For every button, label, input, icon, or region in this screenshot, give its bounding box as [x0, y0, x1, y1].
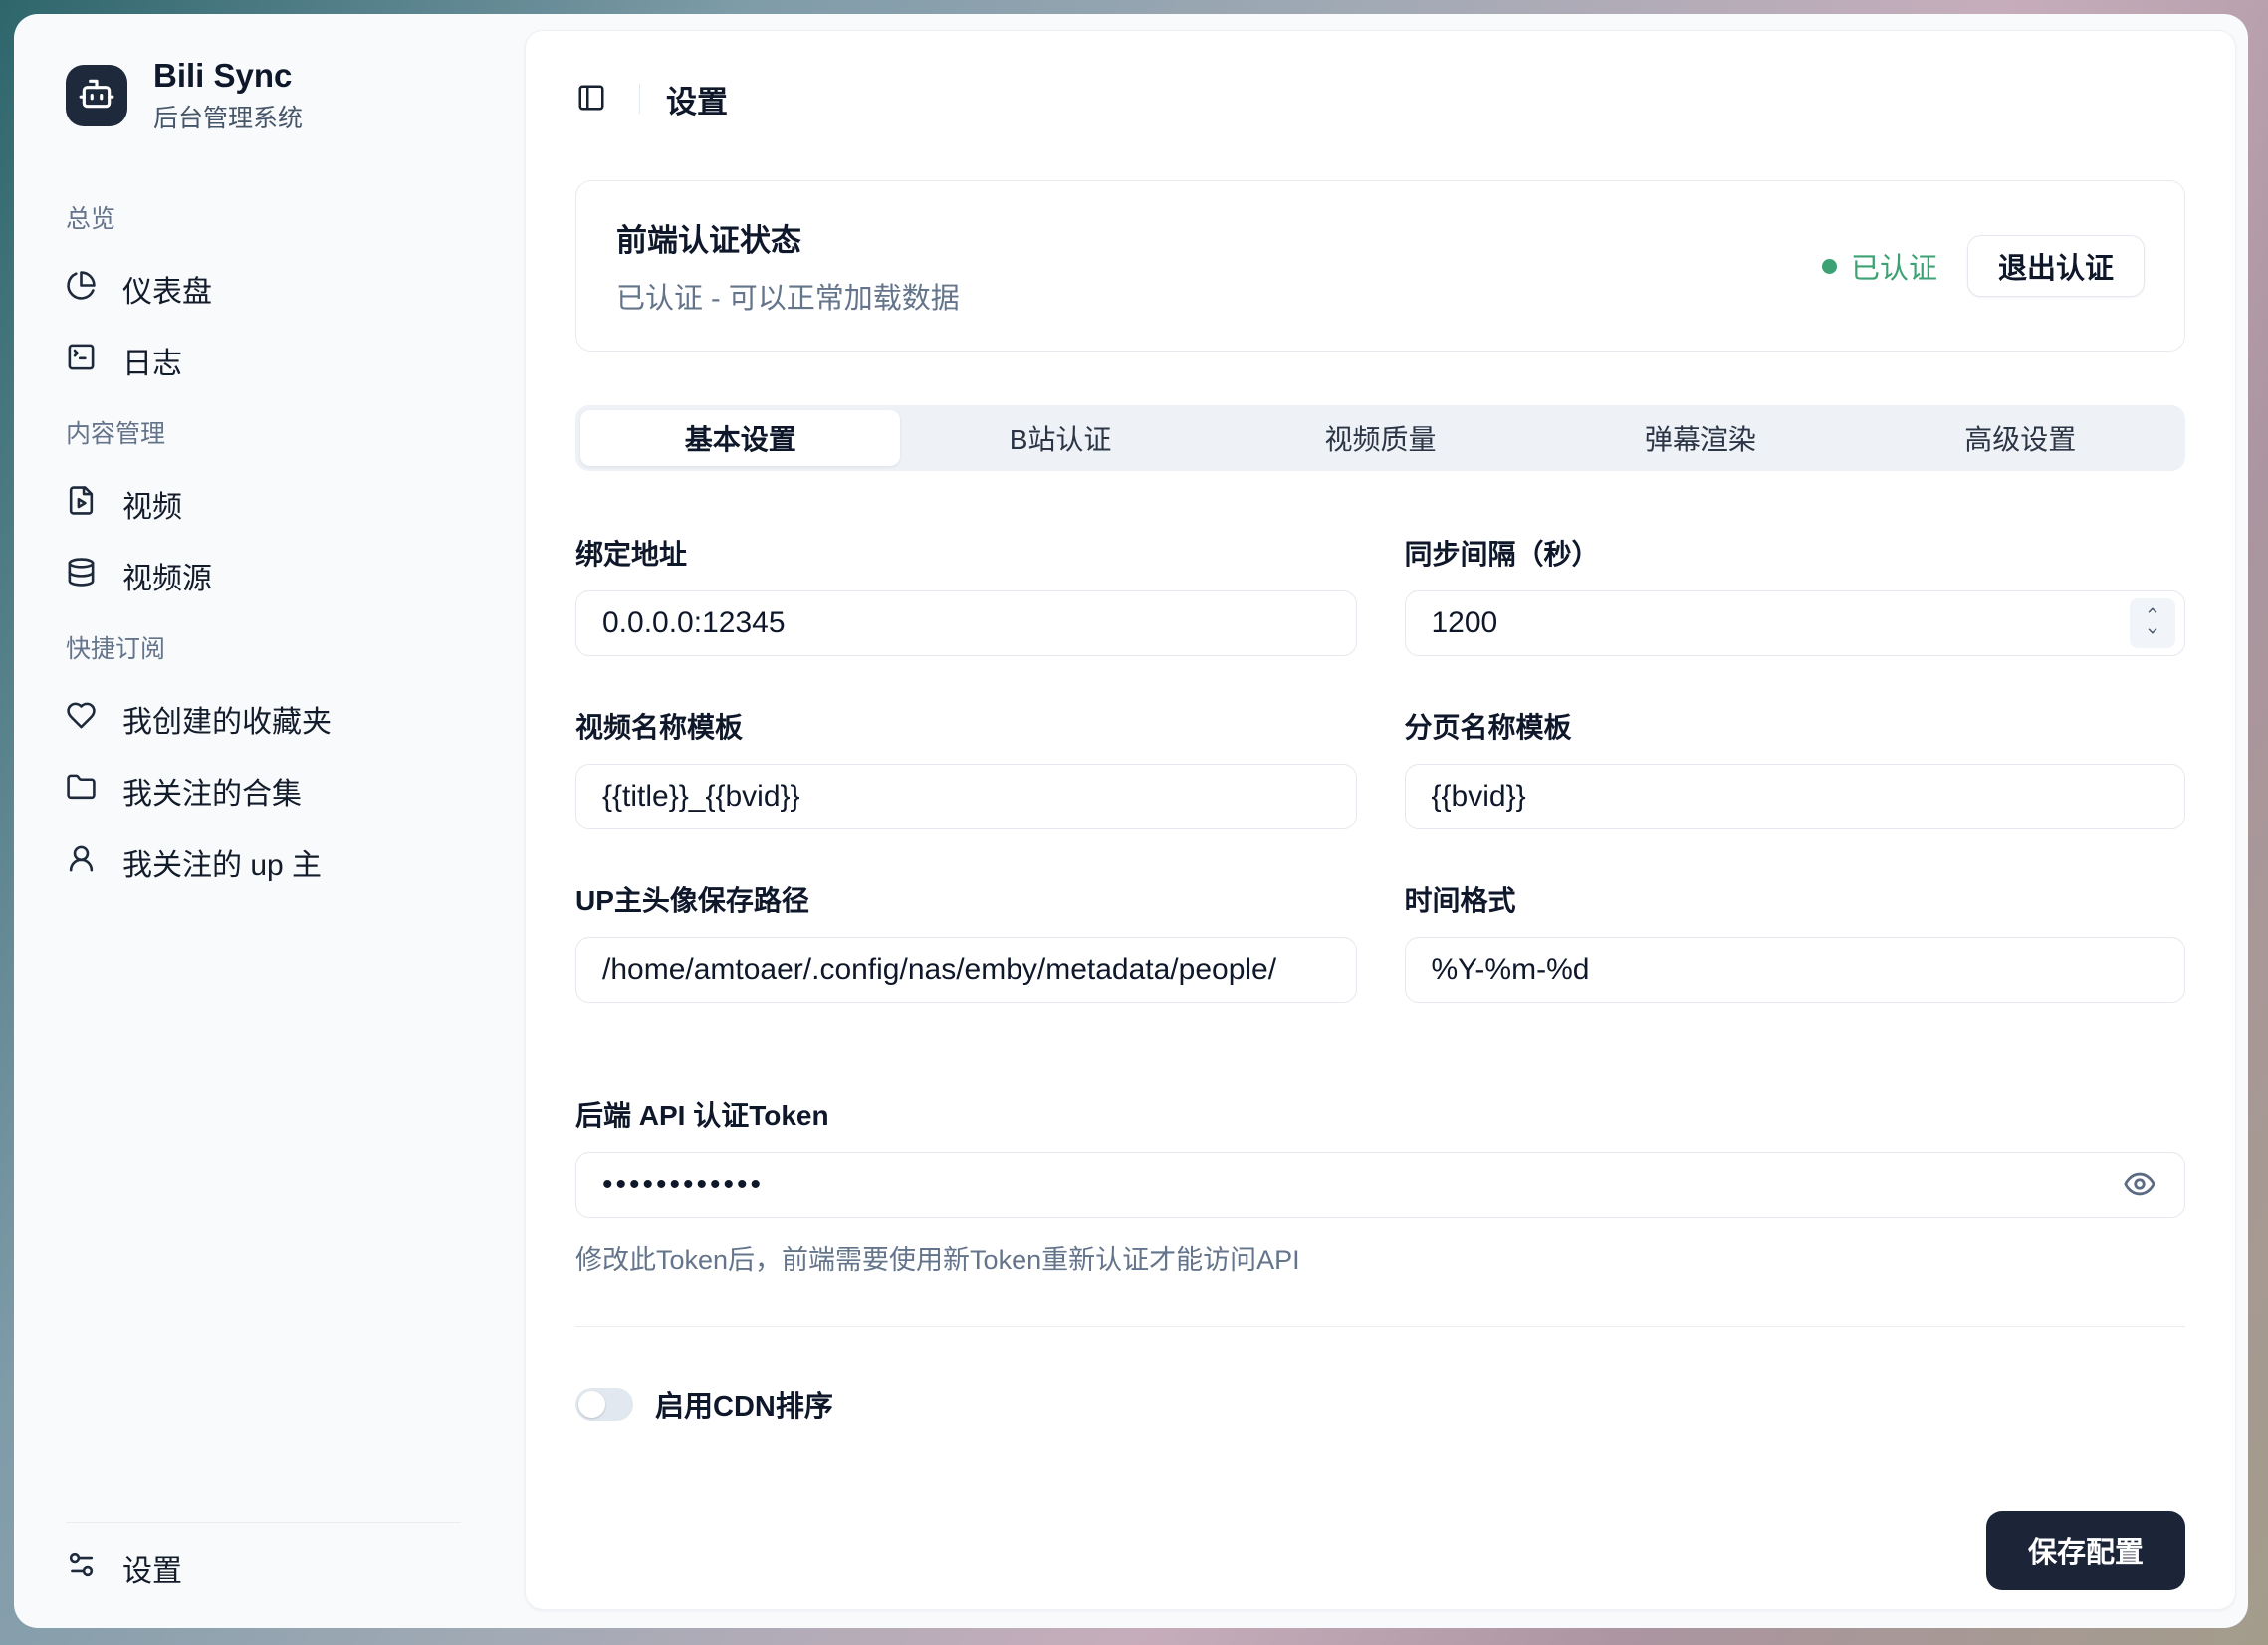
avatar-path-input[interactable]	[575, 937, 1357, 1003]
time-format-input[interactable]	[1405, 937, 2186, 1003]
sidebar-item-logs[interactable]: 日志	[66, 325, 461, 396]
sync-interval-input[interactable]	[1405, 590, 2186, 656]
heart-icon	[66, 700, 97, 739]
sidebar-item-followed-collections[interactable]: 我关注的合集	[66, 755, 461, 826]
folder-icon	[66, 772, 97, 811]
auth-status-badge: 已认证	[1822, 245, 1937, 287]
field-page-name-template: 分页名称模板	[1405, 706, 2186, 829]
section-label-overview: 总览	[66, 181, 461, 253]
field-avatar-path: UP主头像保存路径	[575, 879, 1357, 1003]
auth-card-subtitle: 已认证 - 可以正常加载数据	[616, 275, 960, 317]
sidebar: Bili Sync 后台管理系统 总览 仪表盘 日志 内容管理 视频 视频源	[14, 14, 495, 1628]
section-label-subscriptions: 快捷订阅	[66, 611, 461, 683]
sidebar-item-dashboard[interactable]: 仪表盘	[66, 253, 461, 325]
chevron-down-icon[interactable]	[2143, 624, 2162, 643]
sidebar-item-label: 设置	[122, 1546, 182, 1590]
bind-address-input[interactable]	[575, 590, 1357, 656]
auth-badge-label: 已认证	[1851, 245, 1937, 287]
save-config-button[interactable]: 保存配置	[1986, 1511, 2185, 1590]
app-subtitle: 后台管理系统	[153, 99, 303, 134]
tab-danmaku-render[interactable]: 弹幕渲染	[1540, 410, 1860, 466]
sidebar-item-label: 我关注的 up 主	[122, 840, 322, 884]
sidebar-item-label: 日志	[122, 339, 182, 382]
app-window: Bili Sync 后台管理系统 总览 仪表盘 日志 内容管理 视频 视频源	[14, 14, 2248, 1628]
sidebar-item-followed-uploaders[interactable]: 我关注的 up 主	[66, 826, 461, 898]
sidebar-item-settings[interactable]: 设置	[66, 1532, 461, 1604]
page-header: 设置	[526, 31, 2235, 130]
page-name-template-label: 分页名称模板	[1405, 706, 2186, 746]
chevron-up-icon[interactable]	[2143, 603, 2162, 622]
main-area: 设置 前端认证状态 已认证 - 可以正常加载数据 已认证 退出认证	[495, 14, 2248, 1628]
tab-video-quality[interactable]: 视频质量	[1221, 410, 1540, 466]
user-icon	[66, 843, 97, 882]
field-bind-address: 绑定地址	[575, 533, 1357, 656]
section-divider	[575, 1326, 2185, 1327]
sidebar-item-videos[interactable]: 视频	[66, 468, 461, 540]
tab-bilibili-auth[interactable]: B站认证	[900, 410, 1220, 466]
app-title: Bili Sync	[153, 57, 303, 95]
logout-auth-button[interactable]: 退出认证	[1967, 235, 2145, 297]
header-divider	[639, 84, 640, 114]
cdn-toggle-row: 启用CDN排序	[575, 1383, 2185, 1425]
bind-address-label: 绑定地址	[575, 533, 1357, 573]
avatar-path-label: UP主头像保存路径	[575, 879, 1357, 919]
database-icon	[66, 557, 97, 595]
settings-icon	[66, 1549, 97, 1588]
page-title: 设置	[666, 77, 728, 121]
sync-interval-label: 同步间隔（秒）	[1405, 533, 2186, 573]
field-sync-interval: 同步间隔（秒）	[1405, 533, 2186, 656]
api-token-group: 后端 API 认证Token 修改此Token后，前端需要使用新Token重新认…	[575, 1094, 2185, 1277]
app-logo-row: Bili Sync 后台管理系统	[66, 64, 461, 127]
auth-status-card: 前端认证状态 已认证 - 可以正常加载数据 已认证 退出认证	[575, 180, 2185, 352]
terminal-icon	[66, 342, 97, 380]
api-token-label: 后端 API 认证Token	[575, 1094, 2185, 1134]
sidebar-item-label: 视频	[122, 482, 182, 526]
form-actions: 保存配置	[575, 1511, 2185, 1590]
settings-content: 前端认证状态 已认证 - 可以正常加载数据 已认证 退出认证 基本设置 B站认证	[526, 130, 2235, 1610]
sidebar-item-label: 我创建的收藏夹	[122, 697, 332, 741]
video-name-template-label: 视频名称模板	[575, 706, 1357, 746]
sidebar-toggle-button[interactable]	[569, 77, 613, 120]
api-token-input[interactable]	[575, 1152, 2185, 1218]
number-stepper[interactable]	[2130, 598, 2175, 648]
pie-chart-icon	[66, 270, 97, 309]
sidebar-item-label: 视频源	[122, 554, 212, 597]
api-token-help-text: 修改此Token后，前端需要使用新Token重新认证才能访问API	[575, 1238, 2185, 1277]
sidebar-item-label: 仪表盘	[122, 267, 212, 311]
tab-basic-settings[interactable]: 基本设置	[580, 410, 900, 466]
status-dot-icon	[1822, 259, 1837, 274]
tab-advanced-settings[interactable]: 高级设置	[1861, 410, 2180, 466]
settings-tabs: 基本设置 B站认证 视频质量 弹幕渲染 高级设置	[575, 405, 2185, 471]
sidebar-footer: 设置	[66, 1522, 461, 1628]
toggle-token-visibility-button[interactable]	[2120, 1165, 2159, 1205]
settings-form-grid: 绑定地址 同步间隔（秒） 视	[575, 533, 2185, 1003]
eye-icon	[2123, 1189, 2156, 1204]
sidebar-nav: 总览 仪表盘 日志 内容管理 视频 视频源 快捷订阅 我创建的收藏夹	[66, 181, 461, 898]
field-video-name-template: 视频名称模板	[575, 706, 1357, 829]
sidebar-item-my-favorites[interactable]: 我创建的收藏夹	[66, 683, 461, 755]
app-logo	[66, 65, 127, 126]
file-video-icon	[66, 485, 97, 524]
panel-left-icon	[576, 83, 606, 116]
auth-card-title: 前端认证状态	[616, 215, 960, 260]
main-card: 设置 前端认证状态 已认证 - 可以正常加载数据 已认证 退出认证	[525, 30, 2236, 1610]
cdn-sort-toggle[interactable]	[575, 1388, 633, 1421]
video-name-template-input[interactable]	[575, 764, 1357, 829]
sidebar-item-label: 我关注的合集	[122, 769, 302, 813]
sidebar-item-video-sources[interactable]: 视频源	[66, 540, 461, 611]
time-format-label: 时间格式	[1405, 879, 2186, 919]
field-time-format: 时间格式	[1405, 879, 2186, 1003]
bot-icon	[78, 75, 115, 118]
toggle-thumb	[578, 1391, 605, 1418]
page-name-template-input[interactable]	[1405, 764, 2186, 829]
section-label-content: 内容管理	[66, 396, 461, 468]
cdn-toggle-label: 启用CDN排序	[655, 1383, 833, 1425]
